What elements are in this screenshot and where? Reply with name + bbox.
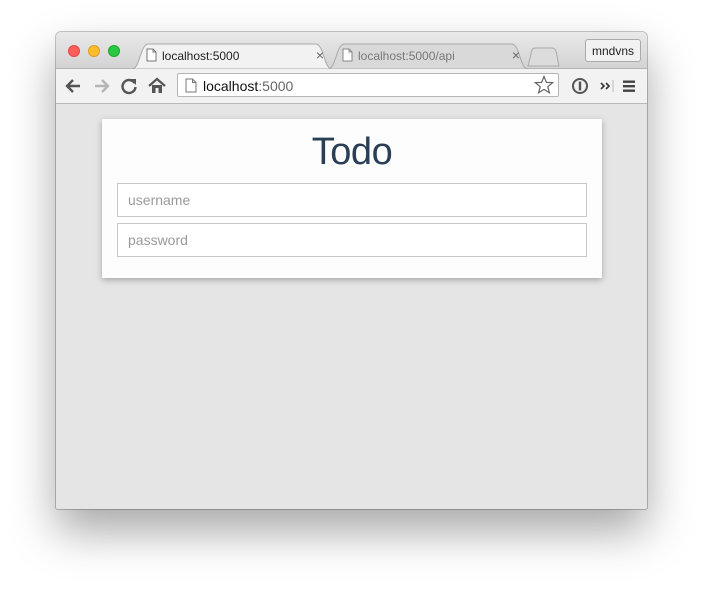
tab-title: localhost:5000/api [358,49,455,63]
extension-icon[interactable] [570,76,590,96]
username-input[interactable] [117,183,587,217]
url-text: localhost:5000 [203,78,293,94]
url-port: :5000 [258,78,294,94]
forward-arrow-icon[interactable] [91,76,111,96]
page-icon [146,48,157,62]
password-input[interactable] [117,223,587,257]
overflow-chevron-icon[interactable] [597,76,617,96]
tab-title: localhost:5000 [162,49,240,63]
address-bar[interactable]: localhost:5000 [177,73,559,97]
reload-icon[interactable] [119,76,139,96]
home-icon[interactable] [147,76,167,96]
page-content: Todo [56,104,647,509]
tab-api[interactable]: localhost:5000/api × [328,43,528,69]
page-info-icon[interactable] [185,78,197,93]
page-icon [342,48,353,62]
back-arrow-icon[interactable] [64,76,84,96]
star-icon[interactable] [534,75,554,95]
browser-window: localhost:5000/api × localhost:5000 × mn… [56,32,647,509]
menu-icon[interactable] [619,76,639,96]
minimize-window-button[interactable] [88,45,100,57]
close-tab-icon[interactable]: × [316,47,324,63]
title-bar: localhost:5000/api × localhost:5000 × mn… [56,32,647,69]
close-window-button[interactable] [68,45,80,57]
url-host: localhost [203,78,259,94]
zoom-window-button[interactable] [108,45,120,57]
browser-toolbar: localhost:5000 [56,69,647,104]
tab-localhost[interactable]: localhost:5000 × [132,43,332,69]
page-title: Todo [311,131,393,173]
profile-button[interactable]: mndvns [585,39,641,62]
close-tab-icon[interactable]: × [512,47,520,63]
login-card: Todo [102,119,602,278]
new-tab-button[interactable] [526,47,560,67]
